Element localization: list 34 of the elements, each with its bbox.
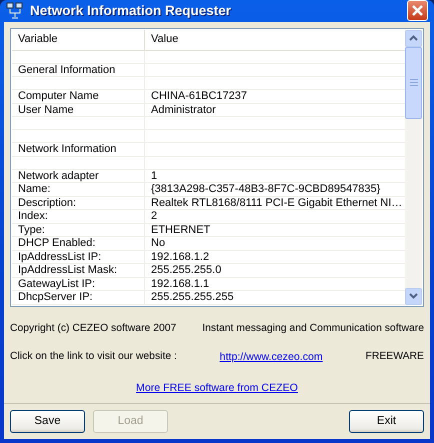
variable-cell-text: Network adapter: [17, 170, 100, 182]
variable-cell-text: IpAddressList Mask:: [17, 264, 118, 277]
variable-cell-text: User Name: [17, 104, 75, 116]
variable-cell-text: Description:: [17, 196, 78, 210]
more-software-link[interactable]: More FREE software from CEZEO: [136, 382, 298, 394]
chevron-down-icon: [409, 293, 418, 300]
close-button[interactable]: [407, 0, 428, 22]
vertical-scrollbar[interactable]: [405, 30, 422, 305]
dialog-button[interactable]: Save: [10, 410, 85, 433]
dialog-button[interactable]: Exit: [349, 410, 424, 433]
variable-cell-text: General Information: [17, 64, 116, 76]
link-prompt-text: Click on the link to visit our website :: [10, 351, 177, 364]
variable-cell-text: Network Information: [17, 143, 118, 156]
variable-cell-text: Type:: [17, 224, 46, 236]
variable-cell-text: Name:: [17, 183, 52, 196]
scroll-up-button[interactable]: [405, 30, 422, 47]
variable-cell-text: GatewayList IP:: [17, 278, 96, 290]
copyright-text: Copyright (c) CEZEO software 2007: [10, 322, 176, 336]
column-header[interactable]: Variable: [12, 30, 144, 50]
variable-cell-text: Index:: [17, 210, 49, 223]
website-link[interactable]: http://www.cezeo.com: [220, 351, 323, 364]
variable-cell-text: IpAddressList IP:: [17, 250, 102, 264]
tagline-text: Instant messaging and Communication software: [202, 322, 424, 336]
grip-icon: [410, 79, 418, 86]
window-title: Network Information Requester: [30, 2, 232, 19]
scroll-down-button[interactable]: [405, 288, 422, 305]
variable-cell-text: Computer Name: [17, 90, 100, 103]
variable-cell-text: DhcpServer IP:: [17, 291, 94, 304]
close-icon: [411, 4, 424, 18]
scroll-thumb[interactable]: [405, 46, 422, 119]
variable-cell-text: DHCP Enabled:: [17, 237, 96, 250]
license-text: FREEWARE: [365, 351, 424, 364]
network-computers-icon: [6, 2, 24, 20]
chevron-up-icon: [409, 35, 418, 42]
